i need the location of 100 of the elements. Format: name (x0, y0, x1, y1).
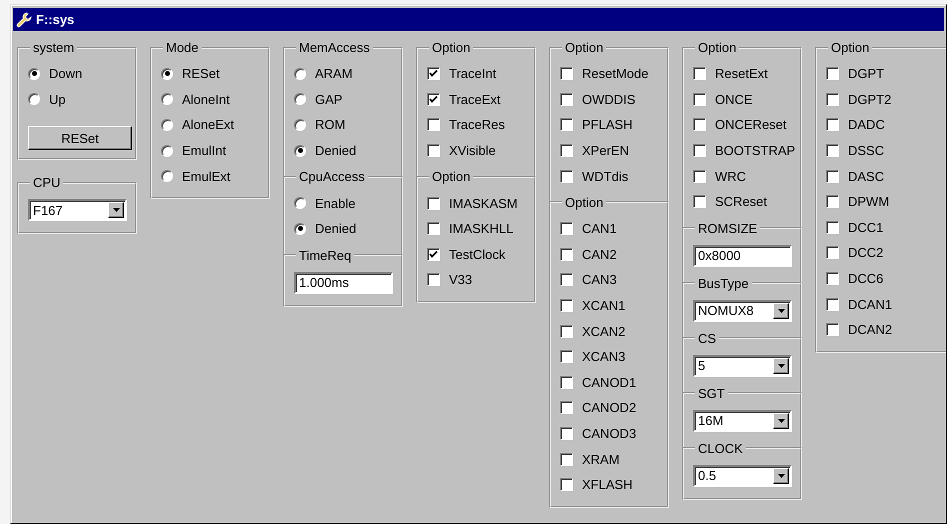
dropdown[interactable]: 5 (693, 354, 792, 377)
radio-label[interactable]: GAP (315, 92, 342, 107)
checkbox[interactable] (560, 92, 573, 106)
radio-button[interactable] (161, 118, 173, 131)
checkbox[interactable] (826, 246, 839, 260)
checkbox[interactable] (560, 401, 573, 414)
radio-label[interactable]: RESet (182, 66, 220, 82)
checkbox-label[interactable]: CAN2 (582, 246, 617, 262)
checkbox-label[interactable]: XCAN2 (582, 324, 626, 339)
checkbox-label[interactable]: DGPT2 (848, 92, 892, 107)
radio-label[interactable]: ROM (315, 117, 346, 132)
checkbox[interactable] (560, 452, 573, 466)
checkbox-label[interactable]: IMASKASM (449, 196, 518, 211)
checkbox-label[interactable]: DGPT (848, 66, 884, 82)
checkbox[interactable] (693, 118, 706, 132)
checkbox-label[interactable]: CANOD2 (582, 400, 636, 416)
input-field[interactable]: 1.000ms (294, 272, 393, 294)
checkbox-label[interactable]: XVisible (449, 143, 496, 158)
checkbox-label[interactable]: XRAM (582, 452, 620, 467)
radio-label[interactable]: AloneExt (182, 117, 234, 132)
checkbox-label[interactable]: IMASKHLL (449, 221, 514, 236)
checkbox[interactable] (560, 222, 573, 236)
checkbox-label[interactable]: ONCE (715, 92, 753, 107)
radio-button[interactable] (28, 93, 40, 106)
radio-button[interactable] (161, 68, 173, 80)
checkbox-label[interactable]: DPWM (848, 194, 890, 210)
checkbox-label[interactable]: PFLASH (582, 117, 633, 132)
radio-button[interactable] (294, 68, 306, 80)
checkbox[interactable] (560, 144, 573, 158)
checkbox[interactable] (560, 299, 573, 312)
checkbox[interactable] (826, 170, 839, 183)
checkbox[interactable] (826, 298, 839, 311)
checkbox-label[interactable]: XFLASH (582, 477, 633, 492)
checkbox[interactable] (427, 222, 440, 236)
checkbox[interactable] (427, 67, 440, 80)
checkbox[interactable] (427, 273, 440, 286)
radio-button[interactable] (294, 197, 306, 210)
checkbox-label[interactable]: ONCEReset (715, 117, 787, 132)
checkbox[interactable] (560, 248, 573, 261)
radio-button[interactable] (161, 144, 173, 157)
checkbox[interactable] (693, 67, 706, 80)
checkbox[interactable] (826, 272, 839, 286)
checkbox-label[interactable]: XCAN1 (582, 298, 626, 314)
checkbox-label[interactable]: CAN3 (582, 272, 617, 288)
dropdown[interactable]: NOMUX8 (693, 300, 792, 322)
checkbox-label[interactable]: ResetExt (715, 66, 768, 82)
checkbox[interactable] (560, 118, 573, 132)
checkbox[interactable] (693, 195, 706, 208)
checkbox[interactable] (560, 324, 573, 338)
checkbox-label[interactable]: CANOD3 (582, 426, 636, 442)
radio-label[interactable]: Denied (315, 221, 356, 236)
checkbox-label[interactable]: XPerEN (582, 143, 629, 158)
radio-label[interactable]: EmulInt (182, 143, 226, 158)
checkbox-label[interactable]: DCC1 (848, 220, 884, 235)
checkbox-label[interactable]: V33 (449, 272, 472, 288)
checkbox[interactable] (693, 144, 706, 158)
radio-label[interactable]: EmulExt (182, 168, 230, 184)
input-field[interactable]: 0x8000 (693, 244, 792, 267)
checkbox[interactable] (560, 478, 573, 492)
checkbox-label[interactable]: DADC (848, 117, 885, 132)
checkbox-label[interactable]: DCAN1 (848, 296, 892, 312)
checkbox[interactable] (826, 118, 839, 132)
checkbox[interactable] (826, 67, 839, 80)
checkbox[interactable] (826, 195, 839, 208)
checkbox[interactable] (560, 376, 573, 389)
checkbox-label[interactable]: OWDDIS (582, 92, 636, 107)
checkbox-label[interactable]: BOOTSTRAP (715, 143, 796, 158)
checkbox[interactable] (693, 92, 706, 106)
radio-button[interactable] (294, 93, 306, 106)
checkbox[interactable] (427, 196, 440, 210)
checkbox-label[interactable]: TestClock (449, 246, 506, 262)
checkbox[interactable] (560, 350, 573, 364)
radio-label[interactable]: ARAM (315, 66, 353, 82)
radio-button[interactable] (294, 222, 306, 235)
radio-button[interactable] (161, 93, 173, 106)
checkbox-label[interactable]: DCC2 (848, 245, 884, 260)
radio-label[interactable]: Up (49, 92, 66, 107)
checkbox-label[interactable]: TraceInt (449, 66, 496, 82)
checkbox[interactable] (560, 67, 573, 80)
checkbox[interactable] (560, 427, 573, 440)
checkbox-label[interactable]: TraceExt (449, 92, 501, 107)
checkbox-label[interactable]: ResetMode (582, 66, 648, 82)
checkbox-label[interactable]: CAN1 (582, 221, 617, 236)
checkbox[interactable] (427, 118, 440, 132)
checkbox[interactable] (826, 220, 839, 234)
checkbox[interactable] (826, 144, 839, 158)
radio-label[interactable]: Down (49, 66, 82, 82)
checkbox-label[interactable]: DASC (848, 168, 884, 184)
checkbox-label[interactable]: TraceRes (449, 117, 505, 132)
dropdown[interactable]: 16M (693, 410, 792, 432)
radio-label[interactable]: AloneInt (182, 92, 230, 107)
radio-button[interactable] (294, 144, 306, 157)
checkbox[interactable] (427, 144, 440, 158)
checkbox[interactable] (826, 92, 839, 106)
radio-button[interactable] (161, 170, 173, 182)
radio-label[interactable]: Denied (315, 143, 356, 158)
radio-button[interactable] (28, 68, 40, 80)
reset-button[interactable]: RESet (28, 126, 132, 150)
checkbox[interactable] (560, 170, 573, 183)
checkbox-label[interactable]: WRC (715, 168, 746, 184)
